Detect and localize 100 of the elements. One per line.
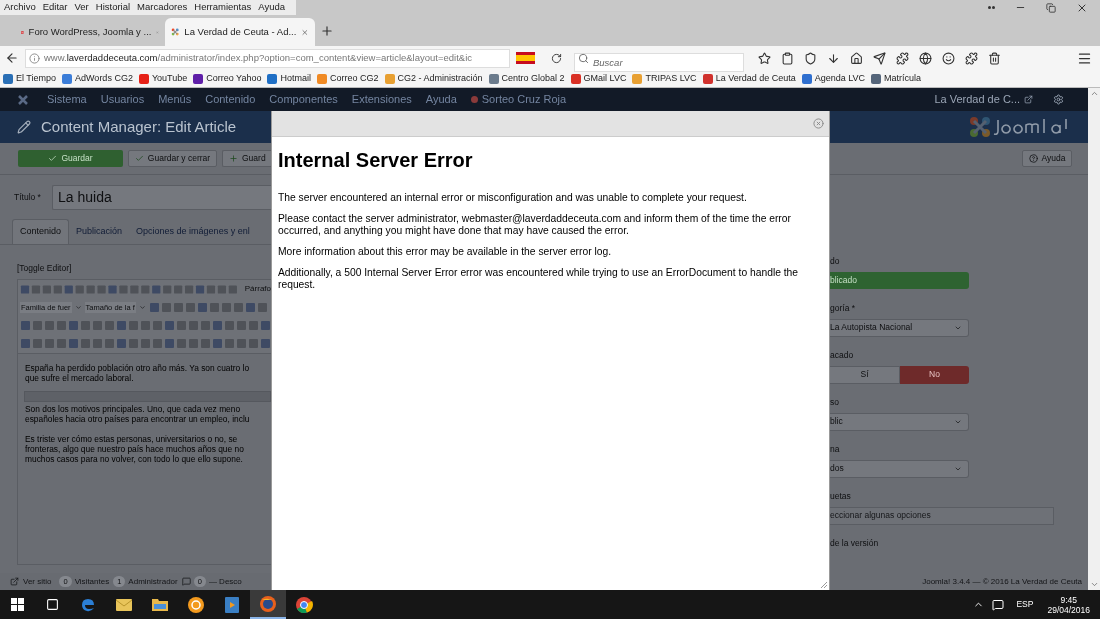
menu-item[interactable]: Ayuda xyxy=(255,0,289,15)
bookmark[interactable]: CG2 - Administración xyxy=(384,71,483,86)
toggle-option[interactable]: No xyxy=(900,365,969,384)
envelope-icon xyxy=(115,596,133,613)
restore-icon[interactable] xyxy=(1046,2,1056,13)
tags-field[interactable]: eccionar algunas opciones xyxy=(830,506,1054,525)
copyright-text: Joomla! 3.4.4 — © 2016 La Verdad de Ceuta xyxy=(922,575,1082,588)
search-icon xyxy=(578,52,589,64)
menu-item[interactable]: Archivo xyxy=(1,0,39,15)
notification-icon[interactable] xyxy=(992,598,1005,611)
settings-icon[interactable] xyxy=(1053,94,1064,105)
nav-item[interactable]: Sistema xyxy=(47,91,87,108)
bookmark[interactable]: Correo CG2 xyxy=(317,71,379,86)
page-title: Content Manager: Edit Article xyxy=(41,116,237,137)
save-button[interactable]: Guardar xyxy=(18,150,123,167)
field-label: de la versión xyxy=(830,537,880,550)
toggle-editor-link[interactable]: [Toggle Editor] xyxy=(17,262,72,275)
site-link[interactable]: La Verdad de C... xyxy=(934,91,1020,108)
field-label: do xyxy=(830,255,841,268)
nav-item[interactable]: Componentes xyxy=(269,91,338,108)
plus-icon xyxy=(229,154,238,163)
scroll-down-icon[interactable] xyxy=(1089,580,1099,589)
caret-icon xyxy=(74,303,82,311)
nav-item[interactable]: Menús xyxy=(158,91,192,108)
info-icon[interactable] xyxy=(29,52,40,64)
bookmark[interactable]: Agenda LVC xyxy=(801,71,866,86)
star-icon[interactable] xyxy=(758,51,771,65)
dots-icon[interactable] xyxy=(988,6,995,9)
format-select[interactable]: Párrafo xyxy=(244,283,271,296)
bookmark[interactable]: Hotmail xyxy=(267,71,311,86)
menu-item[interactable]: Editar xyxy=(39,0,71,15)
new-tab-icon[interactable] xyxy=(320,24,334,38)
bookmark[interactable]: GMail LVC xyxy=(570,71,627,86)
select-field[interactable]: blic xyxy=(830,412,969,431)
reload-icon[interactable] xyxy=(551,52,562,64)
editor-paragraph: España ha perdido población otro año más. Ya son cuatro lo que sufre el mercado laboral. xyxy=(25,362,251,383)
nav-item[interactable]: Ayuda xyxy=(425,91,457,108)
error-message: Please contact the server administrator, webmaster@laverdaddeceuta.com and inform them of the time the error occurred, and anything you might have done that may have caused the error. xyxy=(278,213,792,237)
folder-icon xyxy=(151,597,169,612)
flag-icon[interactable] xyxy=(516,52,535,64)
menu-item[interactable]: Ver xyxy=(71,0,92,15)
nav-item[interactable]: Usuarios xyxy=(100,91,145,108)
tab[interactable]: Contenido xyxy=(12,219,70,244)
bookmark[interactable]: El Tiempo xyxy=(3,71,57,86)
nav-item[interactable]: Sorteo Cruz Roja xyxy=(481,91,567,108)
bookmark[interactable]: YouTube xyxy=(138,71,188,86)
status-badge[interactable]: blicado xyxy=(830,271,969,289)
view-site-link[interactable]: Ver sitio xyxy=(23,575,52,588)
url-field[interactable]: www.laverdaddeceuta.com/administrator/index.php?option=com_content&view=article&layout=edit&ic xyxy=(25,48,510,68)
field-label: Título * xyxy=(14,191,42,204)
clipboard-icon[interactable] xyxy=(781,51,794,65)
bookmark[interactable]: Centro Global 2 xyxy=(488,71,565,86)
send-icon[interactable] xyxy=(873,51,886,65)
scroll-up-icon[interactable] xyxy=(1089,89,1099,98)
pencil-icon xyxy=(17,120,31,134)
search-field[interactable]: Buscar xyxy=(574,52,744,72)
bookmark[interactable]: Correo Yahoo xyxy=(193,71,262,86)
error-message: Additionally, a 500 Internal Server Error error was encountered while trying to use an ErrorDocument to handle the request. xyxy=(278,267,800,291)
menu-item[interactable]: Herramientas xyxy=(191,0,255,15)
select-field[interactable]: La Autopista Nacional xyxy=(830,318,969,337)
puzzle-icon[interactable] xyxy=(896,51,909,65)
play-icon xyxy=(224,595,240,614)
help-button[interactable]: Ayuda xyxy=(1022,150,1072,167)
puzzle-icon[interactable] xyxy=(965,51,978,65)
home-icon[interactable] xyxy=(850,51,863,65)
back-icon[interactable] xyxy=(5,51,19,65)
bookmark[interactable]: Matrícula xyxy=(871,71,922,86)
trash-icon[interactable] xyxy=(988,51,1001,65)
menu-item[interactable]: Marcadores xyxy=(134,0,191,15)
error-title: Internal Server Error xyxy=(278,148,474,173)
select-field[interactable]: dos xyxy=(830,459,969,478)
ring-icon xyxy=(187,595,205,614)
language-indicator[interactable]: ESP xyxy=(1016,598,1034,611)
smiley-icon[interactable] xyxy=(942,51,955,65)
scrollbar[interactable] xyxy=(1088,88,1100,590)
resize-grip-icon[interactable] xyxy=(820,581,828,589)
menu-item[interactable]: Historial xyxy=(92,0,134,15)
download-icon[interactable] xyxy=(827,51,840,65)
windows-icon[interactable] xyxy=(10,598,24,611)
task-view-icon[interactable] xyxy=(45,598,59,611)
nav-item[interactable]: Contenido xyxy=(205,91,256,108)
bookmark[interactable]: TRIPAS LVC xyxy=(632,71,697,86)
bookmark[interactable]: La Verdad de Ceuta xyxy=(702,71,796,86)
tab-title: Foro WordPress, Joomla y ... xyxy=(28,24,152,39)
title-field[interactable]: La huida xyxy=(52,185,271,210)
status-label: Visitantes xyxy=(74,575,110,588)
check-icon xyxy=(134,154,144,163)
clock[interactable]: 9:45 29/04/2016 xyxy=(1047,594,1090,615)
toggle-option[interactable]: Sí xyxy=(830,365,900,384)
field-label: acado xyxy=(830,349,855,362)
globe-icon[interactable] xyxy=(919,51,932,65)
save-close-button[interactable]: Guardar y cerrar xyxy=(128,150,217,167)
error-message: The server encountered an internal error or misconfiguration and was unable to complete your request. xyxy=(278,192,748,204)
menu-icon[interactable] xyxy=(1077,50,1092,66)
tab-title: La Verdad de Ceuta - Ad... xyxy=(184,24,297,39)
bookmark[interactable]: AdWords CG2 xyxy=(62,71,133,86)
save-new-button[interactable]: Guard xyxy=(222,150,271,167)
shield-icon[interactable] xyxy=(804,51,817,65)
nav-item[interactable]: Extensiones xyxy=(351,91,412,108)
browser-tab[interactable]: La Verdad de Ceuta - Ad... xyxy=(165,18,315,46)
